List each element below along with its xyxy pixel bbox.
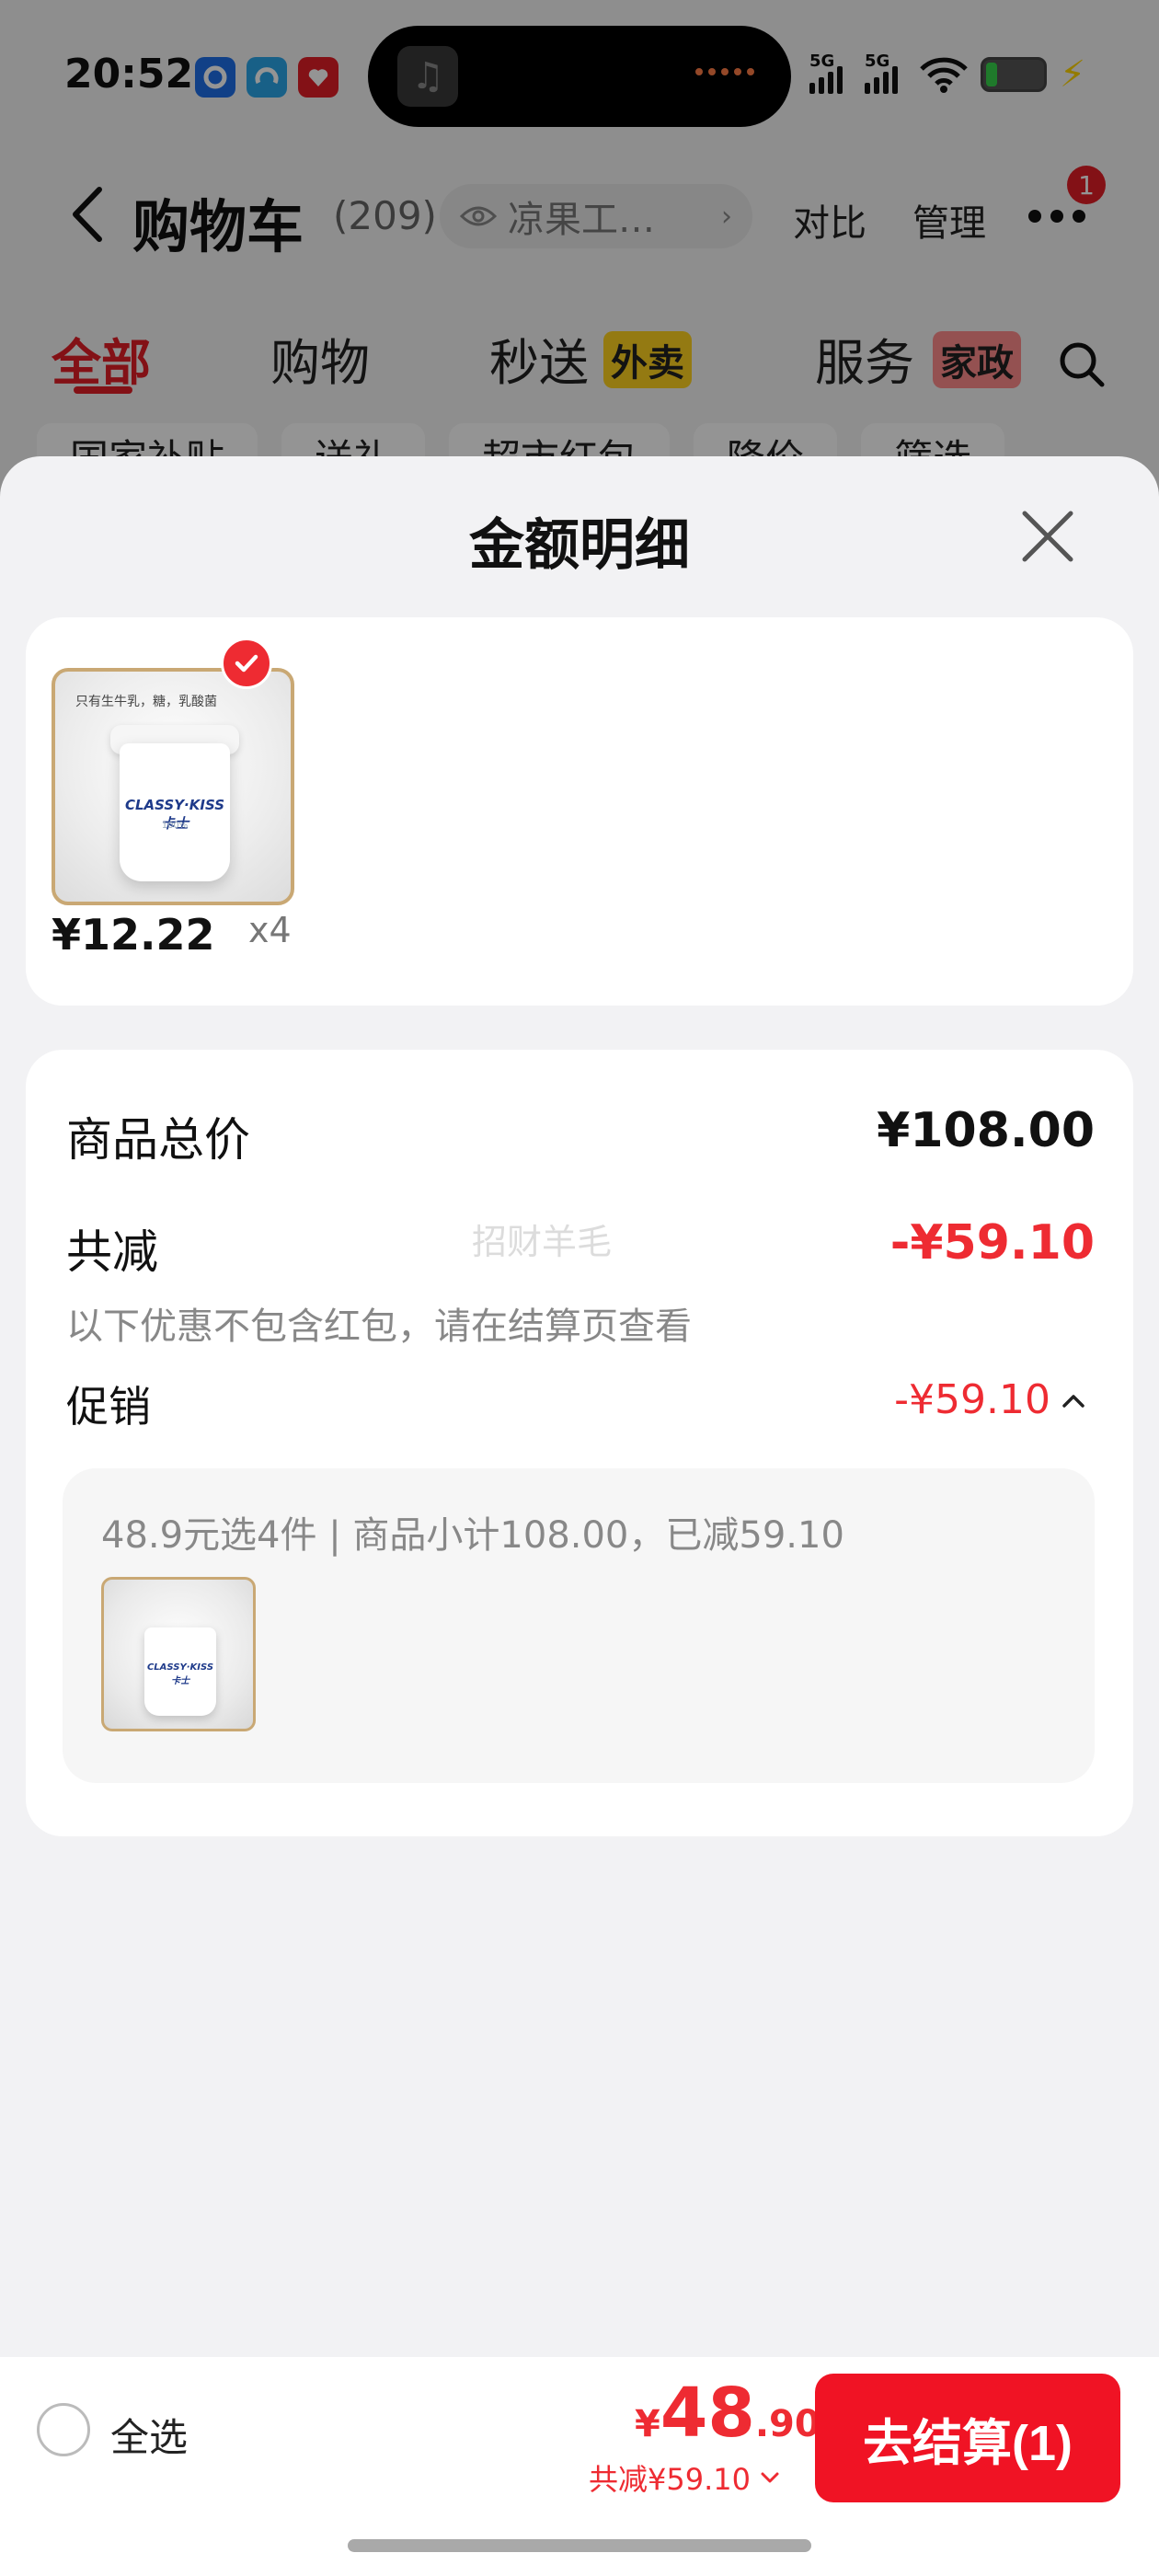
chevron-down-icon <box>761 2472 779 2483</box>
total-price-value: ¥108.00 <box>877 1103 1095 1158</box>
select-all-checkbox[interactable] <box>37 2403 90 2456</box>
yogurt-cup-image: CLASSY·KISS 卡士 100% <box>120 743 230 881</box>
promotion-detail-box: 48.9元选4件 | 商品小计108.00，已减59.10 CLASSY·KIS… <box>63 1468 1095 1783</box>
product-brand-sub: 100% <box>161 821 189 831</box>
checkout-button[interactable]: 去结算(1) <box>815 2374 1120 2502</box>
home-bar <box>0 2513 1159 2576</box>
discount-summary: 共减¥59.10 <box>589 2462 751 2497</box>
item-quantity: x4 <box>248 910 292 950</box>
sheet-title: 金额明细 <box>469 513 690 578</box>
watermark-text: 招财羊毛 <box>472 1222 613 1262</box>
price-detail-sheet: 金额明细 只有生牛乳，糖，乳酸菌 CLASSY·KISS 卡士 100% ¥12… <box>0 456 1159 2576</box>
amount-decimal: .90 <box>754 2403 820 2445</box>
discount-summary-toggle[interactable]: 共减¥59.10 <box>589 2456 780 2499</box>
discount-note: 以下优惠不包含红包，请在结算页查看 <box>66 1305 692 1348</box>
total-discount-label: 共减 <box>66 1225 158 1279</box>
chevron-up-icon <box>1062 1394 1084 1408</box>
select-all-label[interactable]: 全选 <box>110 2407 188 2463</box>
promotion-label: 促销 <box>66 1382 151 1432</box>
product-brand: CLASSY·KISS 卡士 <box>146 1662 214 1686</box>
product-thumbnail[interactable]: 只有生牛乳，糖，乳酸菌 CLASSY·KISS 卡士 100% <box>52 668 294 905</box>
promotion-product-thumbnail[interactable]: CLASSY·KISS 卡士 <box>101 1577 256 1731</box>
total-amount: ¥48.90 <box>635 2374 820 2453</box>
selected-check-icon[interactable] <box>221 638 272 689</box>
checkout-bar: 全选 ¥48.90 共减¥59.10 去结算(1) <box>0 2357 1159 2513</box>
promotion-description: 48.9元选4件 | 商品小计108.00，已减59.10 <box>101 1514 844 1557</box>
promotion-value: -¥59.10 <box>894 1376 1050 1423</box>
total-price-label: 商品总价 <box>66 1113 250 1167</box>
product-image-caption: 只有生牛乳，糖，乳酸菌 <box>75 695 217 709</box>
yogurt-cup-image: CLASSY·KISS 卡士 <box>144 1627 216 1716</box>
currency-symbol: ¥ <box>635 2403 660 2445</box>
amount-integer: 48 <box>660 2374 755 2453</box>
price-summary-card: 商品总价 ¥108.00 共减 招财羊毛 -¥59.10 以下优惠不包含红包，请… <box>26 1050 1133 1836</box>
promotion-toggle[interactable]: -¥59.10 <box>894 1376 1085 1423</box>
home-indicator[interactable] <box>348 2539 811 2552</box>
selected-items-card: 只有生牛乳，糖，乳酸菌 CLASSY·KISS 卡士 100% ¥12.22 x… <box>26 617 1133 1006</box>
total-discount-value: -¥59.10 <box>889 1215 1095 1271</box>
close-icon[interactable] <box>1019 508 1076 565</box>
item-price: ¥12.22 <box>52 910 215 960</box>
